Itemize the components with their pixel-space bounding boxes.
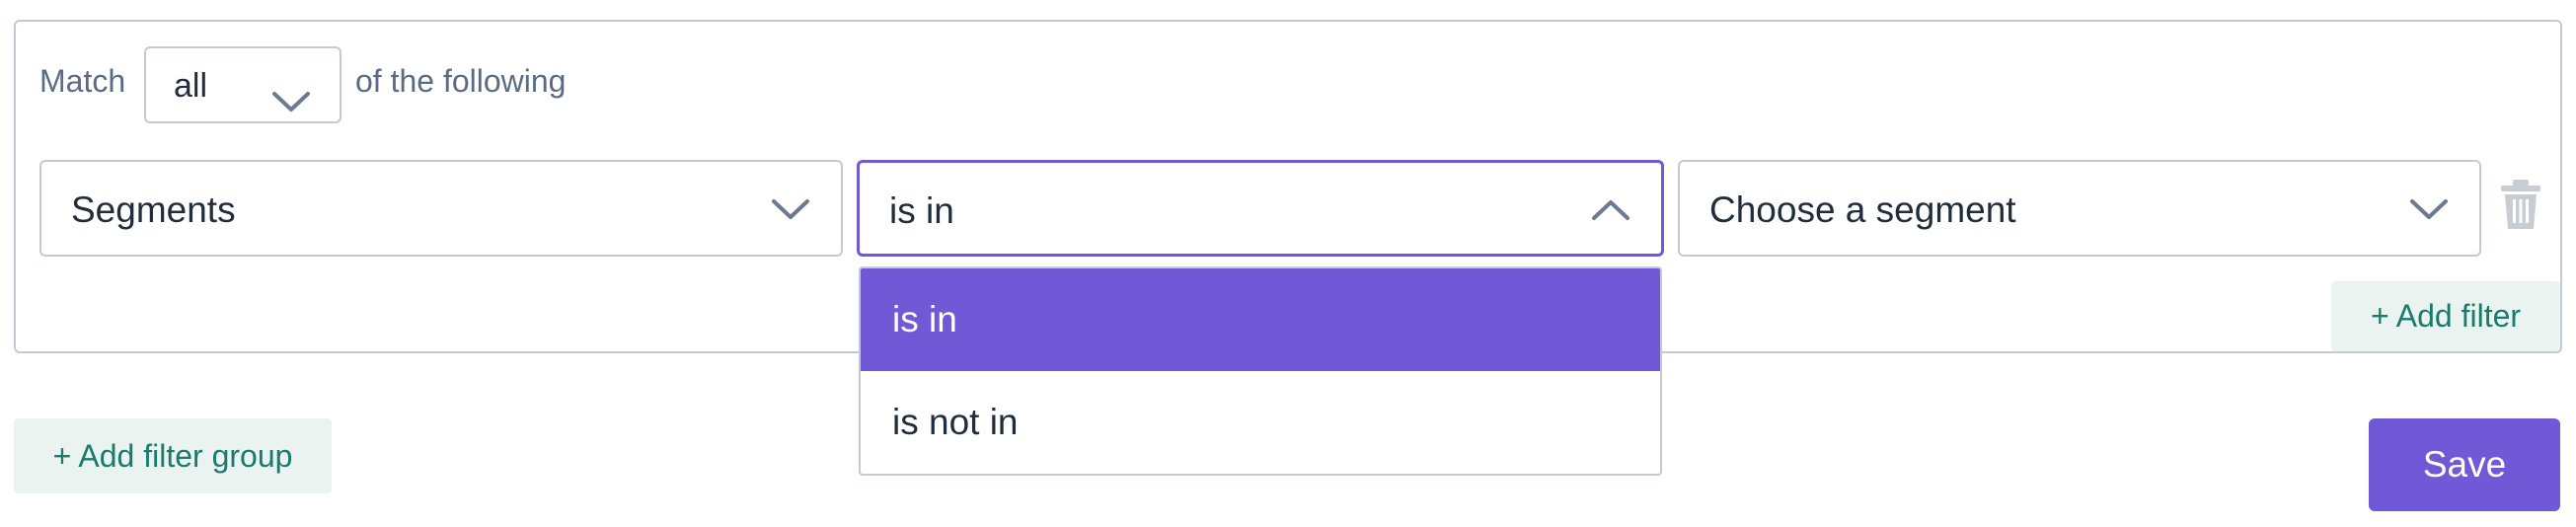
operator-option-is-in[interactable]: is in bbox=[861, 268, 1660, 371]
filter-operator-select[interactable]: is in bbox=[857, 160, 1664, 257]
chevron-down-icon bbox=[2410, 199, 2448, 219]
segment-value: Choose a segment bbox=[1709, 189, 2016, 230]
trash-icon[interactable] bbox=[2499, 178, 2542, 231]
match-suffix-label: of the following bbox=[355, 63, 567, 99]
operator-dropdown-menu: is in is not in bbox=[859, 266, 1662, 476]
chevron-up-icon bbox=[1592, 200, 1629, 220]
add-filter-group-button[interactable]: + Add filter group bbox=[14, 418, 332, 493]
operator-option-is-not-in[interactable]: is not in bbox=[861, 371, 1660, 474]
chevron-down-icon bbox=[772, 199, 809, 219]
segment-select[interactable]: Choose a segment bbox=[1678, 160, 2481, 257]
add-filter-button[interactable]: + Add filter bbox=[2331, 281, 2560, 351]
save-button[interactable]: Save bbox=[2369, 418, 2560, 511]
match-mode-select[interactable]: all bbox=[144, 46, 341, 123]
filter-field-select[interactable]: Segments bbox=[39, 160, 843, 257]
filter-field-value: Segments bbox=[71, 189, 236, 230]
chevron-down-icon bbox=[272, 92, 310, 112]
match-mode-value: all bbox=[174, 67, 208, 105]
match-label: Match bbox=[39, 63, 126, 99]
filter-operator-value: is in bbox=[889, 190, 954, 231]
